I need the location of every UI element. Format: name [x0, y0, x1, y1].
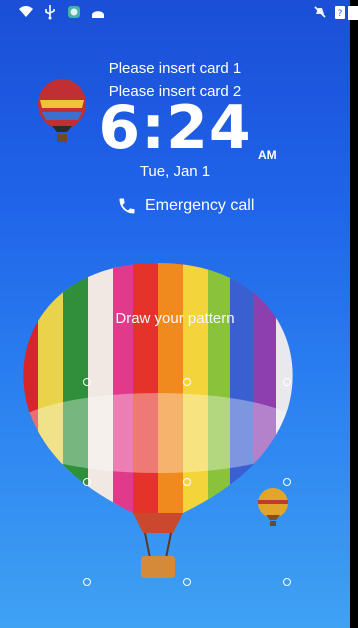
pattern-dot[interactable] [83, 578, 91, 586]
pattern-dot[interactable] [183, 378, 191, 386]
wifi-icon [19, 6, 33, 17]
svg-text:?: ? [338, 9, 343, 19]
emergency-call-button[interactable]: Emergency call [117, 196, 254, 216]
pattern-dot[interactable] [283, 478, 291, 486]
sim-message-1: Please insert card 1 [108, 60, 242, 77]
battery-icon [348, 6, 358, 20]
hot-air-balloon-image [23, 263, 293, 578]
screen-edge [350, 0, 358, 628]
usb-icon [45, 5, 55, 20]
pattern-prompt: Draw your pattern [115, 310, 235, 327]
phone-icon [119, 198, 135, 214]
status-bar: ? [0, 0, 358, 24]
small-balloon-image-2 [258, 488, 288, 526]
android-debug-icon [92, 11, 104, 18]
lockscreen: Please insert card 1 Please insert card … [0, 0, 350, 628]
clock-ampm: AM [258, 148, 277, 162]
pattern-dot[interactable] [183, 478, 191, 486]
pattern-dot[interactable] [83, 478, 91, 486]
app-icon [68, 6, 80, 18]
pattern-dot[interactable] [283, 578, 291, 586]
date-label: Tue, Jan 1 [139, 163, 211, 180]
sim-question-icon: ? [335, 6, 345, 19]
clock-time: 6:24 [98, 93, 252, 163]
mute-icon [314, 6, 326, 18]
pattern-dot[interactable] [283, 378, 291, 386]
pattern-dot[interactable] [83, 378, 91, 386]
pattern-dot[interactable] [183, 578, 191, 586]
clock: 6:24 AM [0, 93, 350, 163]
emergency-call-label: Emergency call [145, 197, 255, 214]
